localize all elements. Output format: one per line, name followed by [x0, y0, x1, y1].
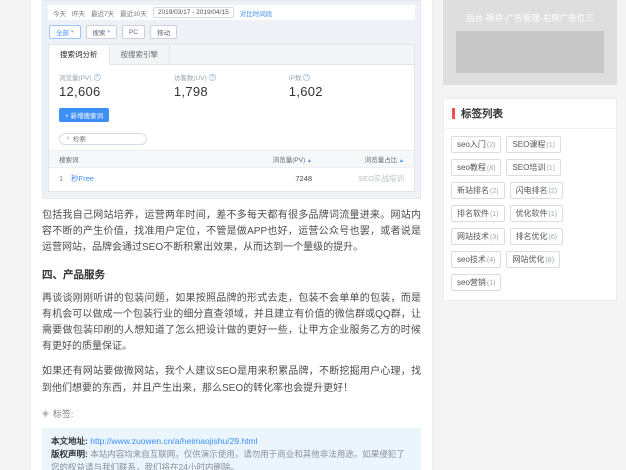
preset-30days[interactable]: 最近30天: [120, 8, 147, 18]
tag-item[interactable]: seo营销 (1): [451, 274, 502, 291]
filter-pc[interactable]: PC: [122, 25, 146, 39]
article-card: 今天 昨天 最近7天 最近30天 2019/03/17 - 2019/04/15…: [30, 0, 433, 470]
watermark: SEO实战培训: [358, 174, 404, 183]
tag-item[interactable]: seo技术 (4): [451, 251, 502, 268]
tag-item[interactable]: 网站优化 (8): [506, 251, 561, 268]
metric-pv-value: 12,606: [59, 84, 101, 99]
article-tags-row: ◈ 标签:: [42, 407, 421, 420]
tag-item[interactable]: 新站排名 (2): [451, 182, 505, 199]
row-keyword-link[interactable]: 秒Free: [71, 173, 220, 184]
analytics-tabs: 搜索词分析 按搜索引擎: [49, 45, 414, 65]
analytics-filters: 全部 ▾ 搜索 ▾ PC 移动: [48, 20, 415, 44]
metric-uv: 访客数(UV)? 1,798: [174, 72, 289, 99]
sidebar: 后台-模块-广告管理-右侧广告位三 标签列表 seo入门 (2) SEO课程 (1)…: [443, 0, 617, 301]
analytics-actions: + 新增搜索词: [49, 104, 414, 127]
info-icon: ?: [208, 73, 216, 81]
sort-icon[interactable]: ▲: [399, 158, 404, 164]
sidebar-ad-caption: 后台-模块-广告管理-右侧广告位三: [466, 13, 594, 23]
row-rank: 1: [59, 174, 64, 183]
preset-7days[interactable]: 最近7天: [91, 8, 114, 18]
tag-item[interactable]: 网站技术 (3): [451, 228, 505, 245]
search-input[interactable]: [72, 135, 133, 143]
tag-item[interactable]: 排名优化 (6): [509, 228, 564, 245]
metric-pv: 浏览量(PV)? 12,606: [59, 72, 174, 99]
analytics-search-row: ⌕: [49, 127, 414, 150]
tag-icon: ◈: [42, 407, 49, 418]
search-icon: ⌕: [66, 135, 70, 142]
table-row: 1 秒Free 7248 SEO实战培训: [49, 168, 414, 191]
tab-search-terms[interactable]: 搜索词分析: [49, 45, 110, 65]
row-pv-value: 7248: [295, 174, 312, 183]
analytics-toolbar: 今天 昨天 最近7天 最近30天 2019/03/17 - 2019/04/15…: [48, 5, 415, 20]
metric-uv-value: 1,798: [173, 84, 208, 99]
address-label: 本文地址:: [51, 435, 88, 446]
sidebar-ad-image-placeholder: [456, 31, 604, 73]
article-paragraph: 如果还有网站要做微网站，我个人建议SEO是用来积累品牌，不断挖掘用户心理，找到他…: [42, 366, 421, 394]
tag-item[interactable]: SEO培训 (1): [506, 159, 561, 176]
metric-ip-value: 1,602: [288, 84, 323, 99]
article-paragraph: 包括我自己网站培养，运营两年时间，差不多每天都有很多品牌词流量进来。网站内容不断…: [42, 210, 421, 254]
compare-period-link[interactable]: 对比时间段: [240, 8, 273, 18]
accent-bar: [452, 108, 455, 119]
chevron-down-icon: ▾: [107, 29, 111, 35]
tag-list-title: 标签列表: [444, 99, 616, 129]
preset-today[interactable]: 今天: [53, 8, 66, 18]
filter-all-dropdown[interactable]: 全部 ▾: [49, 25, 81, 39]
tag-list-card: 标签列表 seo入门 (2) SEO课程 (1) seo教程 (8) SEO培训 (1)…: [443, 98, 617, 301]
tags-label: 标签:: [52, 408, 74, 419]
tag-item[interactable]: seo教程 (8): [451, 159, 502, 176]
sidebar-ad-placeholder: 后台-模块-广告管理-右侧广告位三: [443, 0, 617, 85]
analytics-panel: 搜索词分析 按搜索引擎 浏览量(PV)? 12,606 访客数(UV)? 1,7…: [48, 44, 415, 192]
info-icon: ?: [303, 73, 311, 81]
metric-ip: IP数? 1,602: [289, 72, 404, 99]
preset-yesterday[interactable]: 昨天: [72, 8, 85, 18]
tag-item[interactable]: SEO课程 (1): [506, 136, 561, 153]
tag-item[interactable]: 排名软件 (1): [451, 205, 505, 222]
tag-list: seo入门 (2) SEO课程 (1) seo教程 (8) SEO培训 (1) 新站排名…: [444, 129, 616, 300]
article-url-link[interactable]: http://www.zuowen.cn/a/heimaojishu/29.ht…: [90, 436, 257, 446]
tab-search-engines[interactable]: 按搜索引擎: [110, 45, 170, 64]
metrics-row: 浏览量(PV)? 12,606 访客数(UV)? 1,798 IP数? 1,60…: [49, 65, 414, 104]
article-paragraph: 再谈谈刚刚听讲的包装问题，如果按照品牌的形式去走，包装不会单单的包装，而是有机会…: [42, 292, 421, 353]
table-header: 搜索词 浏览量(PV) ▲ 浏览量占比 ▲: [49, 150, 414, 168]
tag-item[interactable]: seo入门 (2): [451, 136, 502, 153]
add-search-term-button[interactable]: + 新增搜索词: [59, 108, 110, 122]
tag-item[interactable]: 闪电排名 (2): [509, 182, 564, 199]
tag-item[interactable]: 优化软件 (1): [509, 205, 564, 222]
article-notice-box: 本文地址: http://www.zuowen.cn/a/heimaojishu…: [42, 427, 421, 470]
article-subheading: 四、产品服务: [42, 268, 105, 281]
copyright-text: 本站内容均来自互联网，仅供演示使用，请勿用于商业和其他非法用途。如果侵犯了您的权…: [51, 448, 405, 470]
analytics-screenshot: 今天 昨天 最近7天 最近30天 2019/03/17 - 2019/04/15…: [42, 0, 421, 199]
filter-mobile[interactable]: 移动: [150, 25, 178, 39]
info-icon: ?: [93, 73, 101, 81]
page: 今天 昨天 最近7天 最近30天 2019/03/17 - 2019/04/15…: [0, 0, 626, 470]
date-range-picker[interactable]: 2019/03/17 - 2019/04/15: [152, 7, 234, 18]
copyright-label: 版权声明:: [51, 448, 88, 459]
filter-search-dropdown[interactable]: 搜索 ▾: [85, 25, 118, 39]
chevron-down-icon: ▾: [71, 29, 74, 35]
